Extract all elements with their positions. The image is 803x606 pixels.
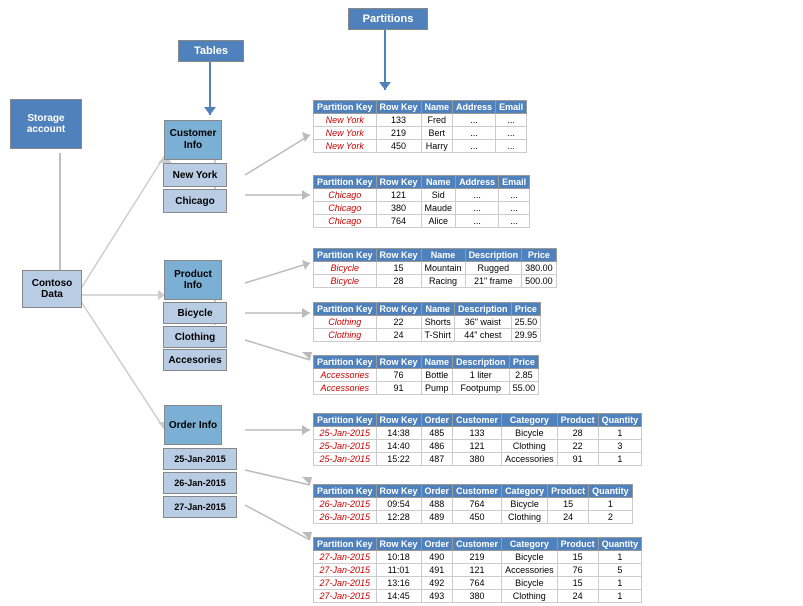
table-row: Clothing22Shorts36" waist25.50 xyxy=(314,316,541,329)
col-pk: Partition Key xyxy=(314,176,377,189)
col-product: Product xyxy=(557,538,598,551)
table-row: 25-Jan-201515:22487380Accessories911 xyxy=(314,453,642,466)
product-bicycle-table: Partition Key Row Key Name Description P… xyxy=(313,248,557,288)
col-price: Price xyxy=(522,249,557,262)
col-order: Order xyxy=(421,485,453,498)
table-row: 26-Jan-201509:54488764Bicycle151 xyxy=(314,498,633,511)
storage-account-box: Storage account xyxy=(10,99,82,149)
accessories-box: Accesories xyxy=(163,349,227,371)
col-category: Category xyxy=(502,414,558,427)
product-info-box: Product Info xyxy=(164,260,222,300)
col-quantity: Quantity xyxy=(598,414,642,427)
jan26-box: 26-Jan-2015 xyxy=(163,472,237,494)
jan25-box: 25-Jan-2015 xyxy=(163,448,237,470)
new-york-box: New York xyxy=(163,163,227,187)
jan27-box: 27-Jan-2015 xyxy=(163,496,237,518)
col-rk: Row Key xyxy=(376,101,421,114)
order-info-box: Order Info xyxy=(164,405,222,445)
table-row: 27-Jan-201513:16492764Bicycle151 xyxy=(314,577,642,590)
customer-chicago-table: Partition Key Row Key Name Address Email… xyxy=(313,175,530,228)
order-jan25-table: Partition Key Row Key Order Customer Cat… xyxy=(313,413,642,466)
col-name: Name xyxy=(421,249,465,262)
table-row: Bicycle28Racing21" frame500.00 xyxy=(314,275,557,288)
col-desc: Description xyxy=(453,356,510,369)
col-order: Order xyxy=(421,414,453,427)
table-row: Accessories91PumpFootpump55.00 xyxy=(314,382,539,395)
table-row: New York133Fred...... xyxy=(314,114,527,127)
col-name: Name xyxy=(421,176,456,189)
col-address: Address xyxy=(453,101,496,114)
partitions-label: Partitions xyxy=(348,8,428,30)
product-clothing-table: Partition Key Row Key Name Description P… xyxy=(313,302,541,342)
product-accessories-table: Partition Key Row Key Name Description P… xyxy=(313,355,539,395)
table-row: 27-Jan-201511:01491121Accessories765 xyxy=(314,564,642,577)
col-pk: Partition Key xyxy=(314,485,377,498)
bicycle-box: Bicycle xyxy=(163,302,227,324)
col-customer: Customer xyxy=(453,485,502,498)
table-row: Chicago764Alice...... xyxy=(314,215,530,228)
col-category: Category xyxy=(502,485,548,498)
col-pk: Partition Key xyxy=(314,414,377,427)
col-order: Order xyxy=(421,538,453,551)
col-pk: Partition Key xyxy=(314,101,377,114)
table-row: Chicago121Sid...... xyxy=(314,189,530,202)
col-pk: Partition Key xyxy=(314,249,377,262)
col-rk: Row Key xyxy=(376,485,421,498)
customer-newyork-table: Partition Key Row Key Name Address Email… xyxy=(313,100,527,153)
col-email: Email xyxy=(496,101,527,114)
col-category: Category xyxy=(502,538,558,551)
col-price: Price xyxy=(509,356,539,369)
col-email: Email xyxy=(499,176,530,189)
order-jan27-table: Partition Key Row Key Order Customer Cat… xyxy=(313,537,642,603)
col-name: Name xyxy=(421,303,455,316)
table-row: 25-Jan-201514:40486121Clothing223 xyxy=(314,440,642,453)
clothing-box: Clothing xyxy=(163,326,227,348)
col-name: Name xyxy=(421,356,453,369)
col-rk: Row Key xyxy=(376,303,421,316)
diagram: Partitions Tables Storage account Contos… xyxy=(0,0,803,606)
col-customer: Customer xyxy=(453,414,502,427)
col-quantity: Quantity xyxy=(589,485,633,498)
col-name: Name xyxy=(421,101,453,114)
table-row: New York219Bert...... xyxy=(314,127,527,140)
col-price: Price xyxy=(511,303,541,316)
chicago-box: Chicago xyxy=(163,189,227,213)
col-pk: Partition Key xyxy=(314,303,377,316)
customer-info-box: Customer Info xyxy=(164,120,222,160)
col-rk: Row Key xyxy=(376,538,421,551)
col-rk: Row Key xyxy=(376,414,421,427)
table-row: 25-Jan-201514:38485133Bicycle281 xyxy=(314,427,642,440)
col-quantity: Quantity xyxy=(598,538,642,551)
col-desc: Description xyxy=(455,303,512,316)
table-row: 27-Jan-201510:18490219Bicycle151 xyxy=(314,551,642,564)
order-jan26-table: Partition Key Row Key Order Customer Cat… xyxy=(313,484,633,524)
table-row: Chicago380Maude...... xyxy=(314,202,530,215)
col-desc: Description xyxy=(465,249,522,262)
col-rk: Row Key xyxy=(376,176,421,189)
table-row: Clothing24T-Shirt44" chest29.95 xyxy=(314,329,541,342)
col-address: Address xyxy=(456,176,499,189)
table-row: Accessories76Bottle1 liter2.85 xyxy=(314,369,539,382)
col-rk: Row Key xyxy=(376,356,421,369)
col-pk: Partition Key xyxy=(314,538,377,551)
col-pk: Partition Key xyxy=(314,356,377,369)
table-row: New York450Harry...... xyxy=(314,140,527,153)
table-row: 27-Jan-201514:45493380Clothing241 xyxy=(314,590,642,603)
table-row: 26-Jan-201512:28489450Clothing242 xyxy=(314,511,633,524)
col-product: Product xyxy=(548,485,589,498)
table-row: Bicycle15MountainRugged380.00 xyxy=(314,262,557,275)
col-rk: Row Key xyxy=(376,249,421,262)
tables-label: Tables xyxy=(178,40,244,62)
contoso-data-box: Contoso Data xyxy=(22,270,82,308)
col-customer: Customer xyxy=(453,538,502,551)
col-product: Product xyxy=(557,414,598,427)
